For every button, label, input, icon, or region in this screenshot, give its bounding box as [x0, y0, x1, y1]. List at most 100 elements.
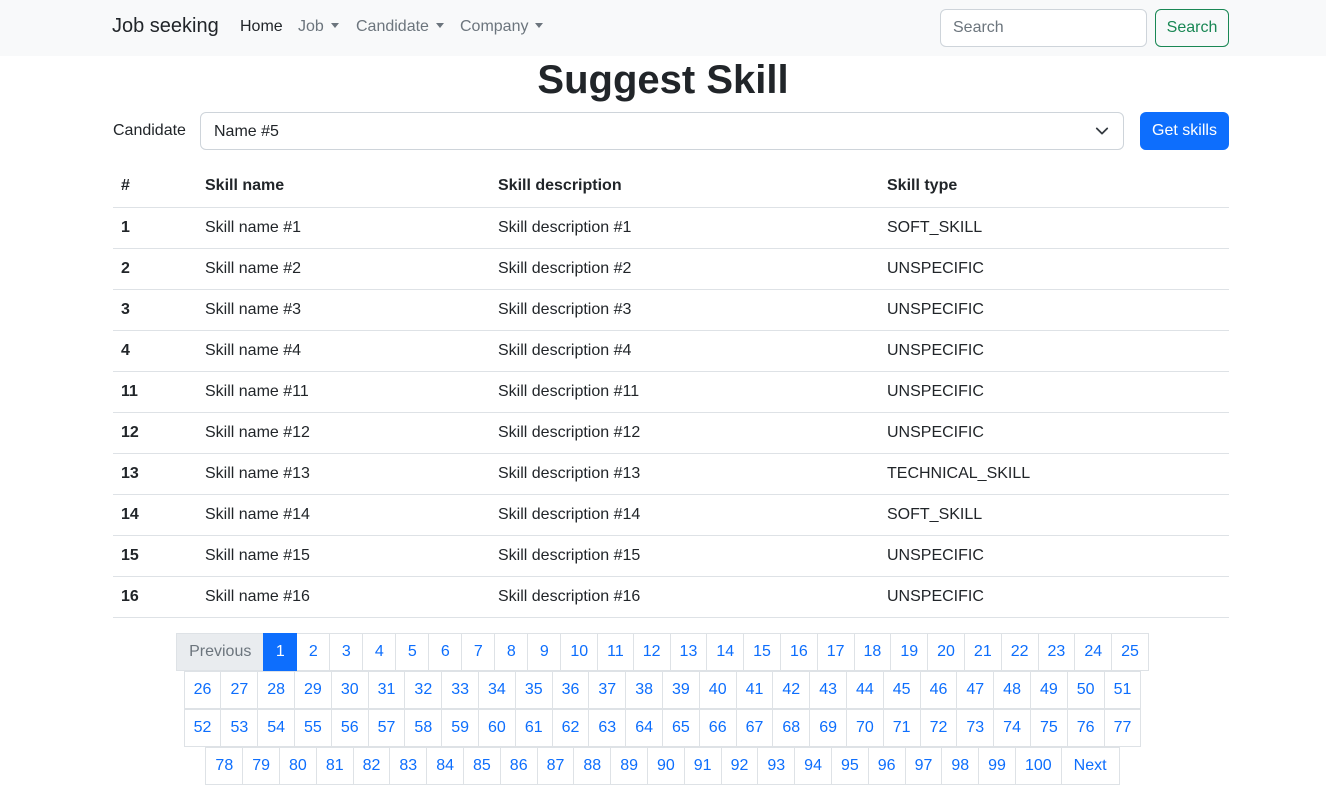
pagination-page-link[interactable]: 1 [263, 633, 298, 671]
pagination-page-link[interactable]: 71 [882, 709, 921, 747]
pagination-page-link[interactable]: 39 [662, 671, 700, 709]
get-skills-button[interactable]: Get skills [1140, 112, 1229, 150]
pagination-page-link[interactable]: 84 [426, 747, 464, 785]
pagination-page-link[interactable]: 45 [882, 671, 921, 709]
search-input[interactable] [940, 9, 1147, 47]
pagination-page-link[interactable]: 19 [890, 633, 929, 671]
pagination-page-link[interactable]: 15 [743, 633, 781, 671]
pagination-page-link[interactable]: 99 [978, 747, 1016, 785]
nav-item-candidate[interactable]: Candidate [356, 18, 444, 36]
pagination-page-link[interactable]: 47 [956, 671, 995, 709]
pagination-page-link[interactable]: 29 [294, 671, 332, 709]
pagination-page-link[interactable]: 67 [735, 709, 774, 747]
pagination-page-link[interactable]: 90 [646, 747, 685, 785]
pagination-page-link[interactable]: 34 [478, 671, 516, 709]
pagination-page-link[interactable]: 16 [779, 633, 818, 671]
pagination-page-link[interactable]: 21 [963, 633, 1002, 671]
pagination-page-link[interactable]: 55 [294, 709, 332, 747]
pagination-page-link[interactable]: 72 [919, 709, 958, 747]
pagination-page-link[interactable]: 8 [494, 633, 529, 671]
navbar-brand[interactable]: Job seeking [112, 15, 219, 38]
pagination-page-link[interactable]: 89 [610, 747, 648, 785]
pagination-page-link[interactable]: 37 [588, 671, 627, 709]
pagination-page-link[interactable]: 48 [993, 671, 1031, 709]
pagination-page-link[interactable]: 11 [597, 633, 634, 671]
pagination-page-link[interactable]: 61 [514, 709, 553, 747]
pagination-page-link[interactable]: 40 [698, 671, 737, 709]
pagination-page-link[interactable]: 69 [809, 709, 847, 747]
pagination-page-link[interactable]: 75 [1029, 709, 1068, 747]
pagination-page-link[interactable]: 4 [362, 633, 397, 671]
pagination-page-link[interactable]: 30 [330, 671, 369, 709]
pagination-page-link[interactable]: 26 [183, 671, 222, 709]
pagination-page-link[interactable]: 53 [220, 709, 259, 747]
pagination-page-link[interactable]: 77 [1103, 709, 1142, 747]
pagination-page-link[interactable]: 6 [428, 633, 463, 671]
pagination-page-link[interactable]: 23 [1037, 633, 1076, 671]
pagination-page-link[interactable]: 87 [536, 747, 575, 785]
pagination-page-link[interactable]: 88 [573, 747, 612, 785]
pagination-page-link[interactable]: 13 [669, 633, 708, 671]
pagination-page-link[interactable]: 49 [1029, 671, 1068, 709]
pagination-page-link[interactable]: 18 [853, 633, 892, 671]
pagination-page-link[interactable]: 52 [183, 709, 222, 747]
pagination-page-link[interactable]: 74 [993, 709, 1031, 747]
candidate-select[interactable]: Name #5 [200, 112, 1124, 150]
pagination-page-link[interactable]: 76 [1066, 709, 1105, 747]
pagination-page-link[interactable]: 95 [830, 747, 869, 785]
pagination-page-link[interactable]: 3 [329, 633, 364, 671]
pagination-page-link[interactable]: 68 [772, 709, 811, 747]
pagination-page-link[interactable]: 60 [478, 709, 516, 747]
pagination-page-link[interactable]: 83 [389, 747, 428, 785]
pagination-page-link[interactable]: 2 [296, 633, 331, 671]
pagination-page-link[interactable]: 32 [404, 671, 443, 709]
pagination-page-link[interactable]: 36 [551, 671, 590, 709]
nav-item-company[interactable]: Company [460, 18, 544, 36]
pagination-page-link[interactable]: 85 [463, 747, 501, 785]
pagination-page-link[interactable]: 35 [514, 671, 553, 709]
pagination-page-link[interactable]: 10 [560, 633, 599, 671]
pagination-page-link[interactable]: 82 [352, 747, 391, 785]
pagination-page-link[interactable]: 14 [706, 633, 745, 671]
pagination-page-link[interactable]: 17 [816, 633, 855, 671]
pagination-page-link[interactable]: 97 [904, 747, 943, 785]
pagination-page-link[interactable]: 25 [1111, 633, 1149, 671]
pagination-page-link[interactable]: 51 [1103, 671, 1142, 709]
pagination-page-link[interactable]: 73 [956, 709, 995, 747]
pagination-page-link[interactable]: 62 [551, 709, 590, 747]
pagination-page-link[interactable]: 20 [927, 633, 965, 671]
pagination-page-link[interactable]: 46 [919, 671, 958, 709]
pagination-page-link[interactable]: 5 [395, 633, 430, 671]
pagination-page-link[interactable]: 92 [720, 747, 759, 785]
nav-item-job[interactable]: Job [298, 18, 339, 36]
pagination-page-link[interactable]: 94 [794, 747, 832, 785]
pagination-page-link[interactable]: 43 [809, 671, 847, 709]
pagination-page-link[interactable]: 59 [441, 709, 480, 747]
pagination-page-link[interactable]: 42 [772, 671, 811, 709]
pagination-page-link[interactable]: 22 [1000, 633, 1039, 671]
pagination-page-link[interactable]: 64 [625, 709, 663, 747]
pagination-page-link[interactable]: 80 [279, 747, 317, 785]
pagination-page-link[interactable]: 7 [461, 633, 496, 671]
search-button[interactable]: Search [1155, 9, 1229, 47]
pagination-page-link[interactable]: 44 [845, 671, 884, 709]
pagination-page-link[interactable]: 33 [441, 671, 480, 709]
pagination-page-link[interactable]: 27 [220, 671, 259, 709]
pagination-page-link[interactable]: 91 [683, 747, 722, 785]
pagination-page-link[interactable]: 93 [757, 747, 796, 785]
pagination-page-link[interactable]: 78 [205, 747, 244, 785]
pagination-page-link[interactable]: 79 [242, 747, 281, 785]
pagination-page-link[interactable]: 96 [867, 747, 906, 785]
pagination-page-link[interactable]: 86 [499, 747, 538, 785]
pagination-page-link[interactable]: 24 [1074, 633, 1113, 671]
pagination-page-link[interactable]: 100 [1014, 747, 1062, 785]
pagination-page-link[interactable]: 12 [632, 633, 671, 671]
pagination-page-link[interactable]: 56 [330, 709, 369, 747]
pagination-page-link[interactable]: 28 [257, 671, 296, 709]
pagination-page-link[interactable]: 63 [588, 709, 627, 747]
pagination-page-link[interactable]: 70 [845, 709, 884, 747]
pagination-page-link[interactable]: 57 [367, 709, 406, 747]
pagination-page-link[interactable]: 65 [662, 709, 700, 747]
pagination-page-link[interactable]: 81 [315, 747, 354, 785]
pagination-next-button[interactable]: Next [1060, 747, 1120, 785]
